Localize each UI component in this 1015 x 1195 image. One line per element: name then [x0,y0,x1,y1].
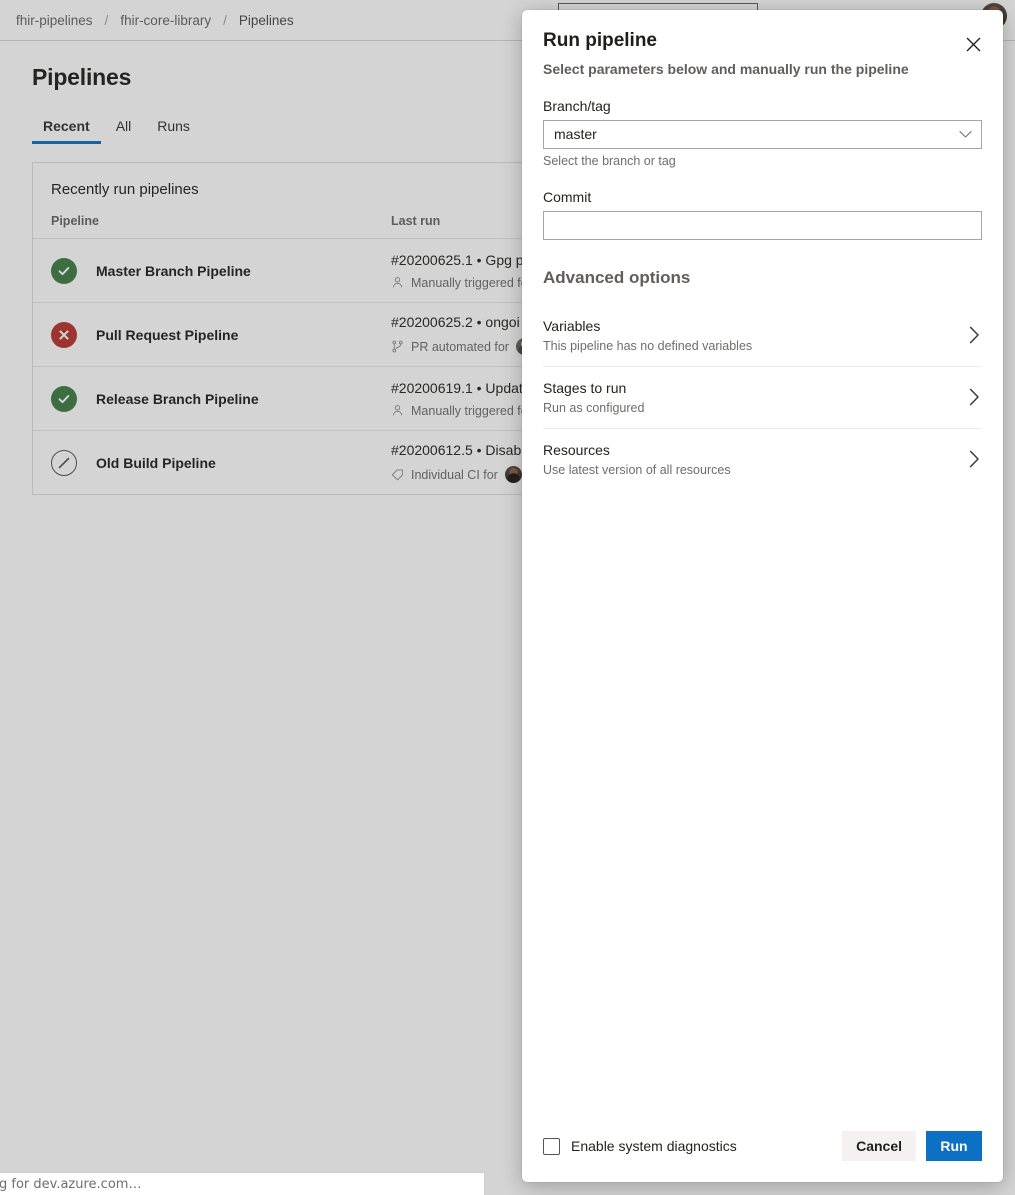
option-row-stages-to-run[interactable]: Stages to run Run as configured [543,367,982,429]
option-row-resources[interactable]: Resources Use latest version of all reso… [543,429,982,490]
browser-status-text: g for dev.azure.com… [0,1176,142,1192]
close-icon[interactable] [958,29,988,59]
commit-input[interactable] [543,210,982,240]
option-title: Variables [543,317,601,334]
advanced-options-heading: Advanced options [543,267,691,287]
option-description: Run as configured [543,400,645,415]
cancel-button[interactable]: Cancel [842,1131,916,1161]
advanced-options-list: Variables This pipeline has no defined v… [543,304,982,490]
option-texts: Resources Use latest version of all reso… [543,441,969,477]
dialog-title: Run pipeline [543,30,657,51]
option-row-variables[interactable]: Variables This pipeline has no defined v… [543,304,982,367]
option-texts: Variables This pipeline has no defined v… [543,317,969,353]
dialog-body: Branch/tag master Select the branch or t… [522,77,1003,1115]
run-pipeline-dialog: Run pipeline Select parameters below and… [522,10,1003,1182]
checkbox-box[interactable] [543,1137,560,1155]
option-title: Resources [543,441,610,458]
dialog-footer: Enable system diagnostics Cancel Run [522,1115,1003,1182]
chevron-right-icon [969,450,982,468]
dialog-header: Run pipeline Select parameters below and… [522,10,1003,77]
run-button[interactable]: Run [926,1131,982,1161]
branch-description: Select the branch or tag [543,153,676,168]
branch-select-value: master [554,126,597,143]
dialog-subtitle: Select parameters below and manually run… [543,60,909,77]
branch-label: Branch/tag [543,97,611,114]
browser-status-bar: g for dev.azure.com… [0,1172,485,1195]
enable-system-diagnostics-checkbox[interactable]: Enable system diagnostics [543,1137,737,1155]
branch-select[interactable]: master [543,119,982,149]
option-texts: Stages to run Run as configured [543,379,969,415]
commit-label: Commit [543,188,592,205]
enable-system-diagnostics-label: Enable system diagnostics [571,1138,737,1154]
option-description: Use latest version of all resources [543,462,731,477]
commit-field: Commit [543,189,982,240]
branch-field: Branch/tag master Select the branch or t… [543,98,982,168]
chevron-right-icon [969,388,982,406]
option-description: This pipeline has no defined variables [543,338,753,353]
option-title: Stages to run [543,379,627,396]
chevron-down-icon [959,130,972,139]
chevron-right-icon [969,326,982,344]
